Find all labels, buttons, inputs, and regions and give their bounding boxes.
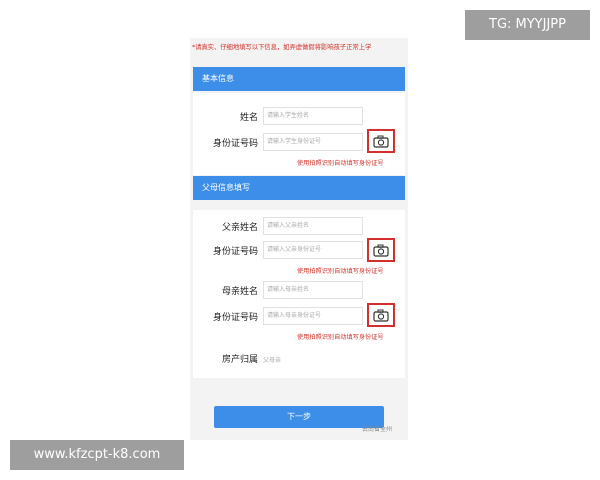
parent-info-card: 父亲姓名 请输入父亲姓名 身份证号码 请输入父亲身份证号 使用拍照识别自动填写身… bbox=[193, 210, 405, 378]
student-camera-hint: 使用拍照识别自动填写身份证号 bbox=[297, 160, 384, 167]
student-name-input[interactable]: 请输入学生姓名 bbox=[263, 107, 363, 125]
father-name-input[interactable]: 请输入父亲姓名 bbox=[263, 217, 363, 235]
father-id-label: 身份证号码 bbox=[212, 247, 258, 257]
section-header-parents: 父母信息填写 bbox=[193, 176, 405, 200]
name-label: 姓名 bbox=[239, 113, 258, 123]
father-camera-button[interactable] bbox=[367, 238, 395, 262]
id-label: 身份证号码 bbox=[212, 139, 258, 149]
mother-name-input[interactable]: 请输入母亲姓名 bbox=[263, 281, 363, 299]
source-watermark: 云南省全州 bbox=[362, 426, 393, 433]
mother-id-input[interactable]: 请输入母亲身份证号 bbox=[263, 307, 363, 325]
mother-camera-hint: 使用拍照识别自动填写身份证号 bbox=[297, 334, 384, 341]
notice-text: *请真实、仔细地填写以下信息，如弄虚做假将影响孩子正常上学 bbox=[192, 43, 372, 51]
camera-icon bbox=[373, 309, 389, 322]
phone-screen: *请真实、仔细地填写以下信息，如弄虚做假将影响孩子正常上学 基本信息 姓名 请输… bbox=[190, 38, 408, 440]
tg-overlay-label: TG: MYYJJPP bbox=[465, 10, 590, 40]
mother-id-label: 身份证号码 bbox=[212, 313, 258, 323]
property-value[interactable]: 父母亲 bbox=[263, 355, 281, 364]
camera-icon bbox=[373, 135, 389, 148]
camera-icon bbox=[373, 244, 389, 257]
section-header-basic: 基本信息 bbox=[193, 67, 405, 91]
father-camera-hint: 使用拍照识别自动填写身份证号 bbox=[297, 268, 384, 275]
mother-camera-button[interactable] bbox=[367, 303, 395, 327]
property-label: 房产归属 bbox=[221, 355, 258, 365]
student-camera-button[interactable] bbox=[367, 129, 395, 153]
mother-name-label: 母亲姓名 bbox=[221, 287, 258, 297]
basic-info-card: 姓名 请输入学生姓名 身份证号码 请输入学生身份证号 使用拍照识别自动填写身份证… bbox=[193, 93, 405, 175]
father-id-input[interactable]: 请输入父亲身份证号 bbox=[263, 241, 363, 259]
student-id-input[interactable]: 请输入学生身份证号 bbox=[263, 133, 363, 151]
father-name-label: 父亲姓名 bbox=[221, 223, 258, 233]
site-overlay-label: www.kfzcpt-k8.com bbox=[10, 440, 184, 470]
next-step-button[interactable]: 下一步 bbox=[214, 406, 384, 428]
